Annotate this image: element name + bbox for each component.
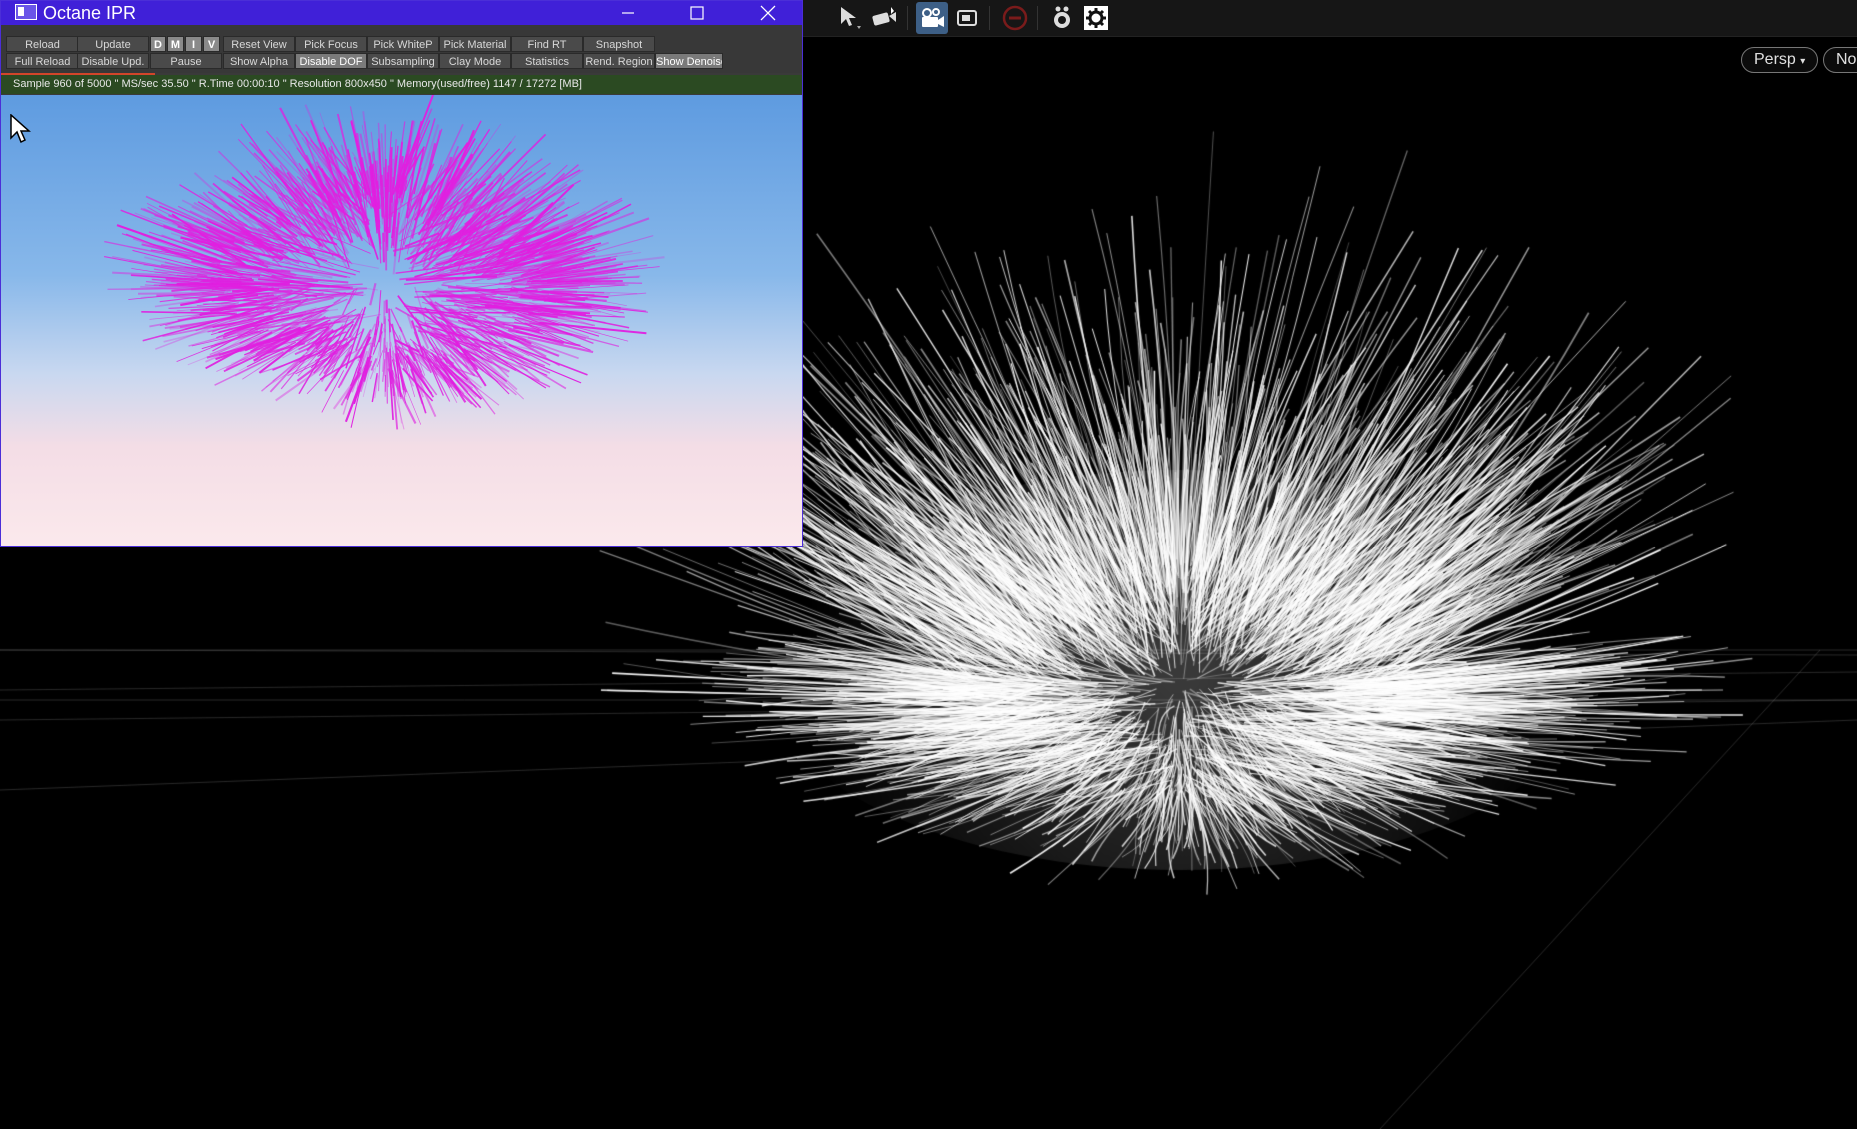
viewport-toolbar [803, 0, 1857, 37]
mouse-cursor-icon [10, 114, 31, 144]
reload-button[interactable]: Reload [6, 36, 79, 52]
snapshot-view-icon[interactable] [951, 2, 983, 34]
ipr-toolbar: Reload Update D M I V Reset View Pick Fo… [1, 25, 802, 73]
hair-strand [369, 282, 377, 306]
select-pose-icon[interactable] [835, 2, 867, 34]
camera-settings-icon[interactable] [1046, 2, 1078, 34]
ipr-hair-render [103, 95, 665, 430]
hair-strand [386, 172, 389, 248]
pause-button[interactable]: Pause [150, 53, 222, 69]
full-reload-button[interactable]: Full Reload [6, 53, 79, 69]
hair-strand [382, 232, 385, 263]
camera-menu-label: Persp [1754, 51, 1796, 68]
snapshot-button[interactable]: Snapshot [583, 36, 655, 52]
ipr-render-view[interactable] [1, 95, 802, 546]
hair-strand [406, 230, 413, 255]
ipr-titlebar[interactable]: Octane IPR [1, 1, 802, 25]
disable-dof-button[interactable]: Disable DOF [295, 53, 367, 69]
render-region-button[interactable]: Rend. Region [583, 53, 655, 69]
display-menu[interactable]: No [1823, 47, 1857, 73]
octane-ipr-window: Octane IPR Reload Update D M I V Reset V… [0, 0, 803, 547]
app-icon [15, 4, 37, 20]
pick-material-button[interactable]: Pick Material [439, 36, 511, 52]
disable-update-button[interactable]: Disable Upd. [77, 53, 149, 69]
camera-menu[interactable]: Persp ▾ [1741, 47, 1819, 73]
gear-icon[interactable] [1080, 2, 1112, 34]
show-alpha-button[interactable]: Show Alpha [223, 53, 295, 69]
clay-mode-button[interactable]: Clay Mode [439, 53, 511, 69]
hair-strand [318, 287, 367, 292]
hair-strand [275, 355, 339, 402]
d-toggle-button[interactable]: D [150, 36, 166, 52]
render-status-bar: Sample 960 of 5000 " MS/sec 35.50 " R.Ti… [1, 75, 802, 94]
window-title: Octane IPR [43, 3, 137, 23]
hair-strand [388, 308, 392, 333]
close-button[interactable] [739, 1, 797, 25]
pick-whitep-button[interactable]: Pick WhiteP [367, 36, 439, 52]
v-toggle-button[interactable]: V [203, 36, 220, 52]
show-denoise-button[interactable]: Show Denoise [655, 53, 723, 69]
m-toggle-button[interactable]: M [167, 36, 184, 52]
reset-view-button[interactable]: Reset View [223, 36, 295, 52]
maximize-button[interactable] [668, 1, 726, 25]
pick-focus-button[interactable]: Pick Focus [295, 36, 367, 52]
render-region-icon[interactable] [916, 2, 948, 34]
chevron-down-icon: ▾ [1800, 56, 1806, 67]
subsampling-button[interactable]: Subsampling [367, 53, 439, 69]
camera-link-icon[interactable] [869, 2, 901, 34]
display-menu-label: No [1836, 51, 1857, 68]
minimize-button[interactable] [599, 1, 657, 25]
hair-strand [383, 167, 386, 198]
find-rt-button[interactable]: Find RT [511, 36, 583, 52]
i-toggle-button[interactable]: I [185, 36, 202, 52]
statistics-button[interactable]: Statistics [511, 53, 583, 69]
disabled-icon[interactable] [999, 2, 1031, 34]
update-button[interactable]: Update [77, 36, 149, 52]
